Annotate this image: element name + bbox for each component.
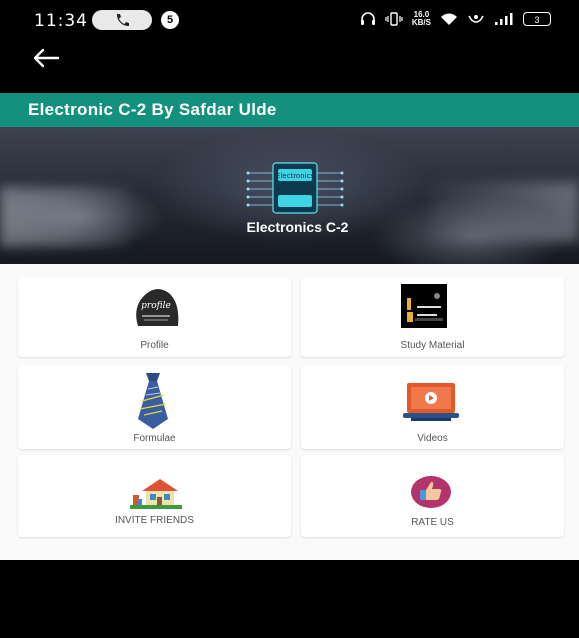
chip-logo-icon: Electronics	[246, 162, 344, 214]
signal-icon	[495, 13, 513, 25]
navigation-bar	[0, 40, 579, 93]
profile-icon: profile	[136, 289, 179, 326]
network-speed: 16.0 KB/S	[412, 11, 431, 27]
videos-label: Videos	[417, 433, 448, 444]
videos-card[interactable]: Videos	[301, 365, 564, 449]
house-icon	[130, 479, 182, 509]
thumbs-up-icon	[411, 476, 451, 508]
vibrate-icon	[385, 12, 403, 26]
invite-friends-label: INVITE FRIENDS	[115, 515, 194, 526]
notification-count-badge: 5	[161, 11, 179, 29]
svg-text:profile: profile	[141, 301, 171, 311]
arrow-left-icon	[33, 48, 60, 68]
tie-icon	[138, 373, 168, 429]
banner-title: Electronics C-2	[246, 219, 349, 235]
profile-card[interactable]: profile Profile	[18, 277, 291, 357]
study-material-card[interactable]: Study Material	[301, 277, 564, 357]
formulae-card[interactable]: Formulae	[18, 365, 291, 449]
rate-us-label: RATE US	[411, 517, 454, 528]
bottom-empty-area	[0, 560, 579, 638]
toolbar-title: Electronic C-2 By Safdar Ulde	[28, 100, 277, 119]
wifi-icon	[441, 13, 457, 25]
video-icon	[403, 383, 459, 421]
network-speed-unit: KB/S	[411, 18, 431, 27]
profile-label: Profile	[140, 340, 169, 351]
back-button[interactable]	[30, 46, 70, 74]
status-bar: 11:34 5 16.0 KB/S 3	[0, 0, 579, 40]
invite-friends-card[interactable]: INVITE FRIENDS	[18, 455, 291, 537]
study-material-label: Study Material	[400, 340, 465, 351]
headphones-icon	[360, 12, 375, 25]
volte-icon	[468, 15, 484, 23]
logo-text: Electronics	[276, 172, 315, 180]
rate-us-card[interactable]: RATE US	[301, 455, 564, 537]
app-toolbar: Electronic C-2 By Safdar Ulde	[0, 93, 579, 127]
menu-grid: profile Profile Study Material Formulae	[0, 264, 579, 560]
study-material-icon	[401, 284, 447, 328]
header-banner: Electronics Electronics C-2	[0, 127, 579, 264]
status-time: 11:34	[34, 11, 88, 31]
status-icons: 16.0 KB/S 3	[360, 11, 551, 27]
ongoing-call-indicator[interactable]	[92, 10, 152, 30]
battery-level: 3	[534, 15, 540, 25]
formulae-label: Formulae	[133, 433, 176, 444]
battery-icon: 3	[523, 12, 551, 26]
phone-icon	[117, 14, 129, 26]
